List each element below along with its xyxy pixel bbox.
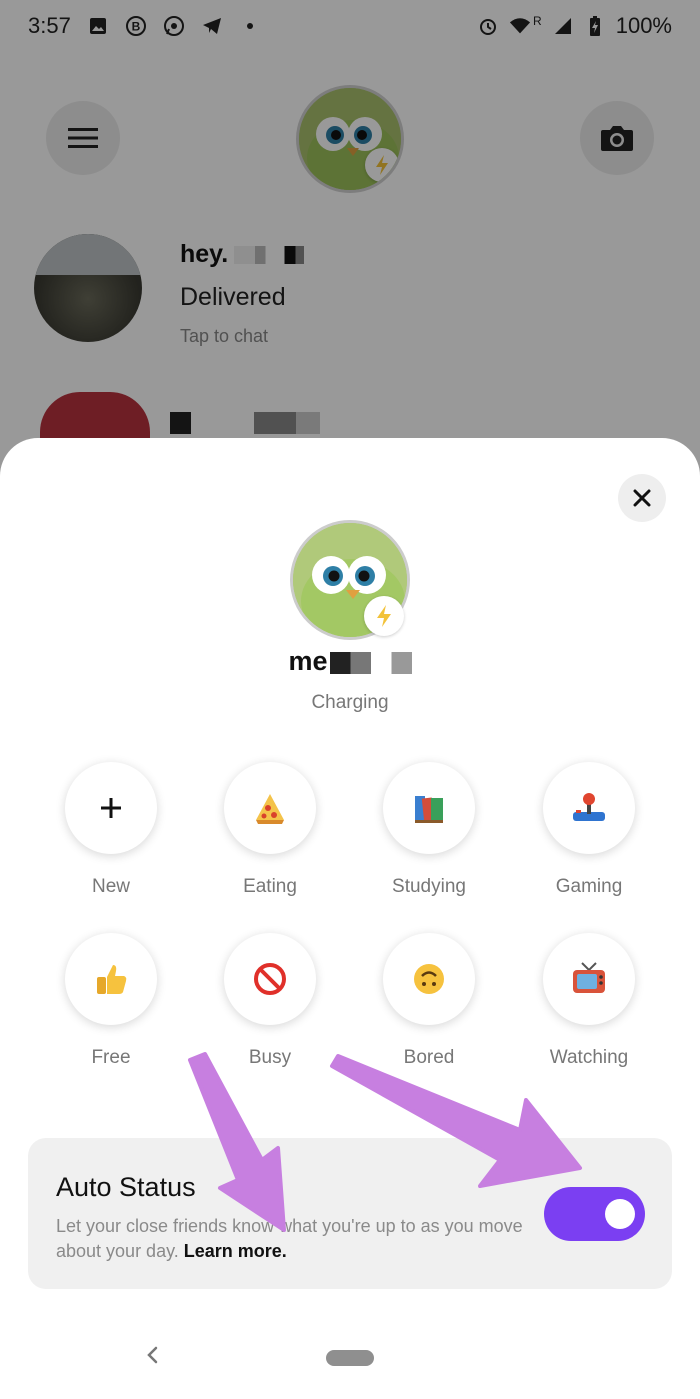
status-watching[interactable]: Watching [509, 933, 669, 1069]
auto-status-card: Auto Status Let your close friends know … [28, 1138, 672, 1289]
books-icon [383, 762, 475, 854]
close-icon [633, 489, 651, 507]
status-label: Watching [549, 1047, 629, 1068]
status-free[interactable]: Free [31, 933, 191, 1069]
status-studying[interactable]: Studying [349, 762, 509, 898]
current-status: Charging [311, 692, 389, 713]
status-label: Bored [403, 1047, 455, 1068]
close-button[interactable] [618, 474, 666, 522]
toggle-knob [605, 1199, 635, 1229]
home-pill[interactable] [326, 1350, 374, 1366]
status-label: Gaming [555, 876, 623, 897]
status-new[interactable]: New [31, 762, 191, 898]
profile-name: me [0, 646, 700, 677]
auto-status-title: Auto Status [56, 1172, 196, 1202]
auto-status-toggle[interactable] [544, 1187, 645, 1241]
status-label: Eating [243, 876, 297, 897]
charging-bolt-icon [364, 596, 404, 636]
joystick-icon [543, 762, 635, 854]
status-label: Busy [248, 1047, 292, 1068]
tv-icon [543, 933, 635, 1025]
status-eating[interactable]: Eating [190, 762, 350, 898]
status-label: Studying [392, 876, 466, 897]
status-bored[interactable]: Bored [349, 933, 509, 1069]
learn-more-link[interactable]: Learn more. [184, 1241, 287, 1261]
upside-down-face-icon [383, 933, 475, 1025]
chevron-left-icon [147, 1346, 158, 1364]
auto-status-description: Let your close friends know what you're … [56, 1216, 523, 1261]
status-gaming[interactable]: Gaming [509, 762, 669, 898]
no-entry-icon [224, 933, 316, 1025]
system-nav-bar [0, 1320, 700, 1399]
plus-icon [65, 762, 157, 854]
status-busy[interactable]: Busy [190, 933, 350, 1069]
pizza-icon [224, 762, 316, 854]
thumbs-up-icon [65, 933, 157, 1025]
back-button[interactable] [142, 1344, 164, 1366]
status-label: New [91, 876, 130, 897]
status-label: Free [91, 1047, 131, 1068]
